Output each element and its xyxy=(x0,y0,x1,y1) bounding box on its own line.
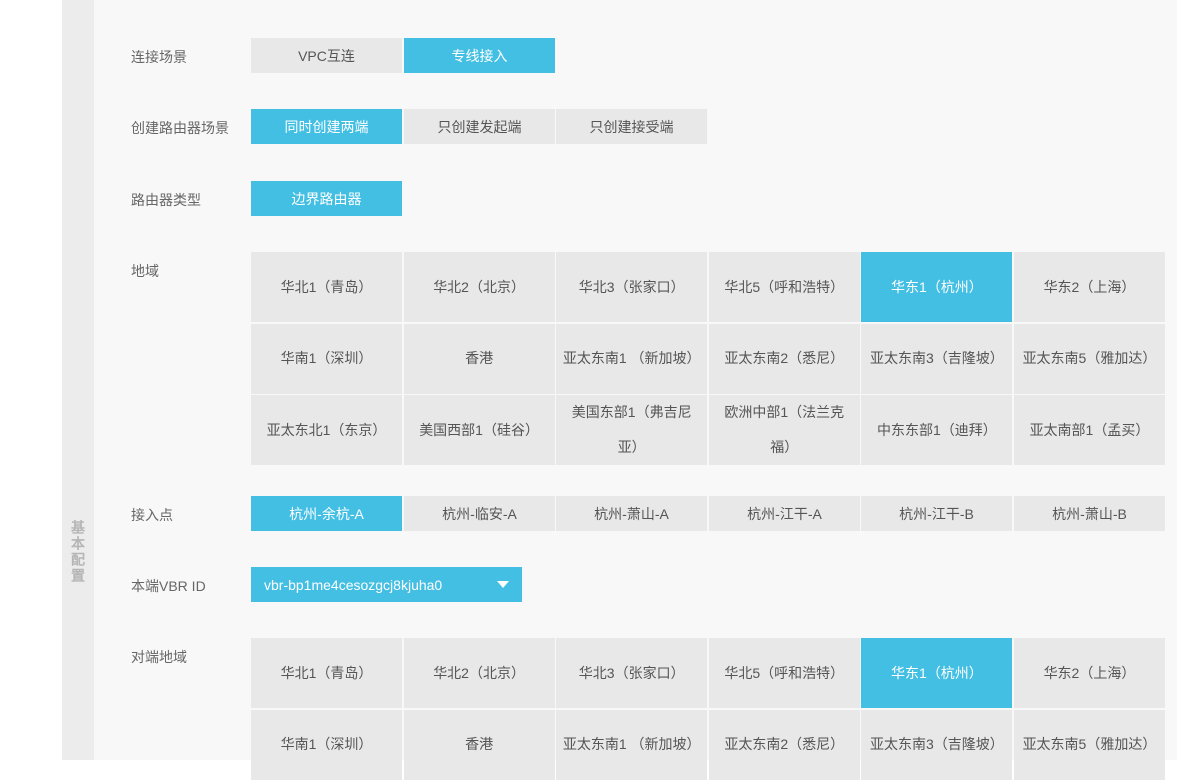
router-scene-option-acceptor[interactable]: 只创建接受端 xyxy=(556,109,707,144)
router-scene-label: 创建路由器场景 xyxy=(131,120,229,136)
connection-scene-option-vpc[interactable]: VPC互连 xyxy=(251,38,402,73)
router-type-label: 路由器类型 xyxy=(131,192,201,208)
router-scene-option-initiator[interactable]: 只创建发起端 xyxy=(404,109,555,144)
region-option[interactable]: 亚太东南1 （新加坡） xyxy=(556,323,708,394)
peer-region-option-selected[interactable]: 华东1（杭州） xyxy=(861,638,1013,708)
connection-scene-label: 连接场景 xyxy=(131,49,187,65)
region-option[interactable]: 华东2（上海） xyxy=(1013,252,1165,322)
peer-region-grid: 华北1（青岛） 华北2（北京） 华北3（张家口） 华北5（呼和浩特） 华东1（杭… xyxy=(251,638,1165,780)
region-option[interactable]: 亚太东南3（吉隆坡） xyxy=(861,323,1013,394)
vbr-id-label: 本端VBR ID xyxy=(131,578,206,594)
region-label: 地域 xyxy=(131,263,159,279)
region-option[interactable]: 亚太南部1（孟买） xyxy=(1013,395,1165,465)
peer-region-option[interactable]: 华北5（呼和浩特） xyxy=(708,638,860,708)
peer-region-option[interactable]: 亚太东南3（吉隆坡） xyxy=(861,709,1013,780)
access-point-option[interactable]: 杭州-江干-A xyxy=(709,496,860,531)
region-option[interactable]: 中东东部1（迪拜） xyxy=(861,395,1013,465)
connection-scene-option-leased-line[interactable]: 专线接入 xyxy=(404,38,555,73)
access-point-option[interactable]: 杭州-江干-B xyxy=(861,496,1012,531)
region-option[interactable]: 美国西部1（硅谷） xyxy=(403,395,555,465)
vbr-id-value: vbr-bp1me4cesozgcj8kjuha0 xyxy=(264,576,443,593)
peer-region-option[interactable]: 华北3（张家口） xyxy=(556,638,708,708)
region-option[interactable]: 华北3（张家口） xyxy=(556,252,708,322)
section-label-basic-config: 基本配置 xyxy=(70,520,86,584)
peer-region-option[interactable]: 亚太东南2（悉尼） xyxy=(708,709,860,780)
region-option[interactable]: 美国东部1（弗吉尼亚） xyxy=(556,395,708,465)
region-option[interactable]: 华北5（呼和浩特） xyxy=(708,252,860,322)
vbr-id-select[interactable]: vbr-bp1me4cesozgcj8kjuha0 xyxy=(251,567,522,602)
access-point-option[interactable]: 杭州-萧山-B xyxy=(1014,496,1165,531)
peer-region-option[interactable]: 华南1（深圳） xyxy=(251,709,402,780)
region-option-selected[interactable]: 华东1（杭州） xyxy=(861,252,1013,322)
peer-region-option[interactable]: 华北1（青岛） xyxy=(251,638,402,708)
region-option[interactable]: 华北2（北京） xyxy=(403,252,555,322)
caret-down-icon xyxy=(497,581,509,588)
peer-region-option[interactable]: 亚太东南1 （新加坡） xyxy=(556,709,708,780)
region-option[interactable]: 亚太东南5（雅加达） xyxy=(1013,323,1165,394)
region-option[interactable]: 亚太东北1（东京） xyxy=(251,395,402,465)
region-option[interactable]: 华南1（深圳） xyxy=(251,323,402,394)
router-type-option-border[interactable]: 边界路由器 xyxy=(251,181,402,216)
peer-region-option[interactable]: 华东2（上海） xyxy=(1013,638,1165,708)
access-point-option[interactable]: 杭州-萧山-A xyxy=(556,496,707,531)
access-point-option[interactable]: 杭州-临安-A xyxy=(404,496,555,531)
peer-region-label: 对端地域 xyxy=(131,649,187,665)
side-strip xyxy=(62,0,94,760)
peer-region-option[interactable]: 华北2（北京） xyxy=(403,638,555,708)
region-option[interactable]: 亚太东南2（悉尼） xyxy=(708,323,860,394)
region-option[interactable]: 香港 xyxy=(403,323,555,394)
region-option[interactable]: 华北1（青岛） xyxy=(251,252,402,322)
router-scene-option-both[interactable]: 同时创建两端 xyxy=(251,109,402,144)
peer-region-option[interactable]: 香港 xyxy=(403,709,555,780)
peer-region-option[interactable]: 亚太东南5（雅加达） xyxy=(1013,709,1165,780)
access-point-label: 接入点 xyxy=(131,507,173,523)
region-option[interactable]: 欧洲中部1（法兰克福） xyxy=(708,395,860,465)
region-grid: 华北1（青岛） 华北2（北京） 华北3（张家口） 华北5（呼和浩特） 华东1（杭… xyxy=(251,252,1165,465)
access-point-option-selected[interactable]: 杭州-余杭-A xyxy=(251,496,402,531)
